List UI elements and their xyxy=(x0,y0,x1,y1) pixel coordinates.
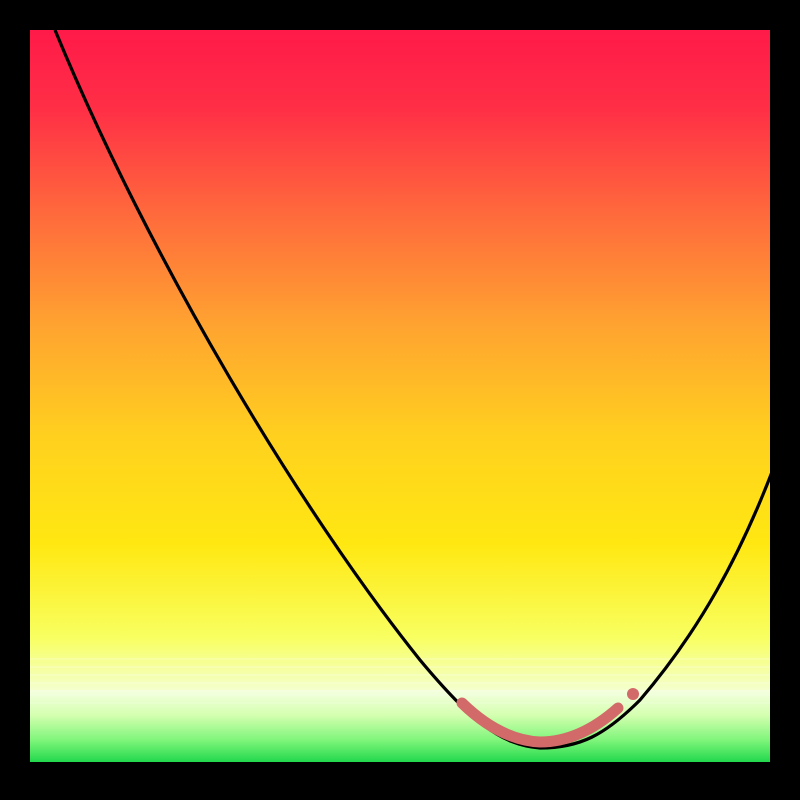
chart-frame: TheBottlenecker.com xyxy=(0,0,800,800)
frame-bottom xyxy=(0,762,800,800)
chart-svg xyxy=(0,0,800,800)
frame-left xyxy=(0,0,30,800)
frame-top xyxy=(0,0,800,30)
gradient-area xyxy=(30,30,770,690)
frame-right xyxy=(770,0,800,800)
highlight-dot xyxy=(627,688,639,700)
green-band xyxy=(30,690,770,762)
